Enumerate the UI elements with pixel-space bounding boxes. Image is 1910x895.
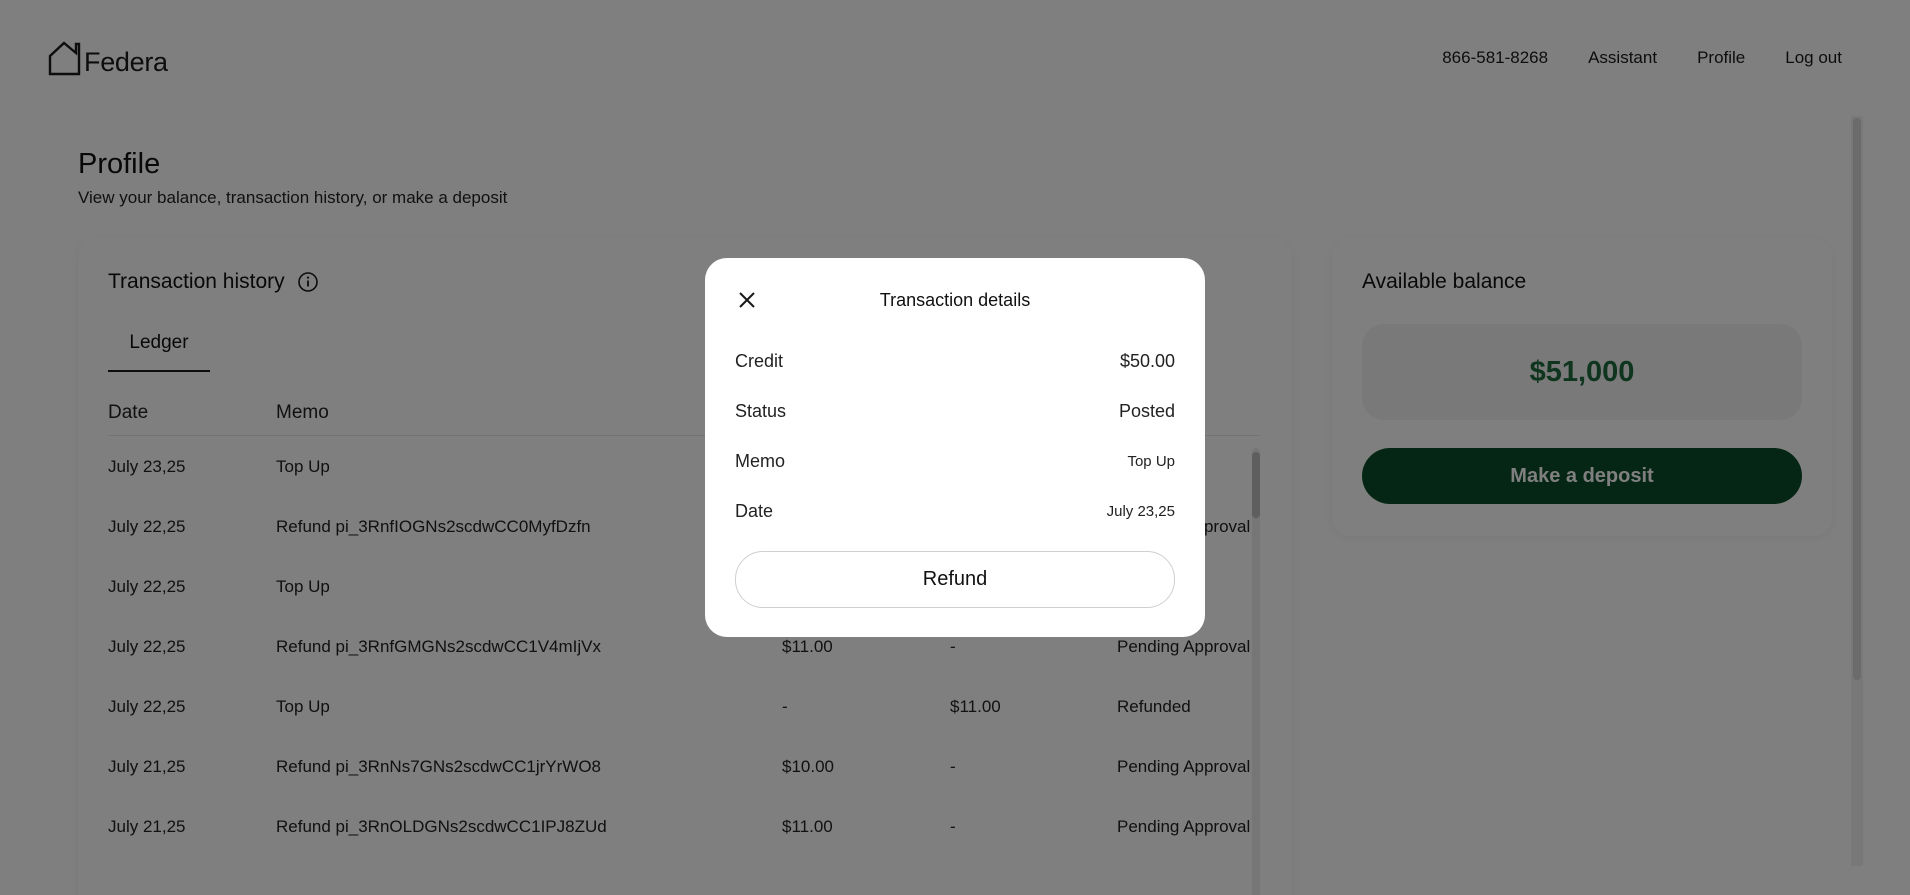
- detail-label: Credit: [735, 351, 784, 371]
- detail-value: July 23,25: [1106, 503, 1175, 520]
- detail-row-credit: Credit $50.00: [735, 351, 1175, 375]
- detail-row-status: Status Posted: [735, 401, 1175, 425]
- refund-button[interactable]: Refund: [735, 551, 1175, 608]
- modal-title: Transaction details: [879, 290, 1031, 310]
- detail-value: $50.00: [1119, 351, 1175, 371]
- detail-label: Status: [735, 401, 787, 421]
- detail-value: Posted: [1118, 401, 1175, 421]
- detail-row-date: Date July 23,25: [735, 501, 1175, 525]
- transaction-details-modal: Transaction details Credit $50.00 Status…: [705, 258, 1205, 637]
- detail-label: Memo: [735, 451, 786, 471]
- detail-label: Date: [735, 501, 774, 521]
- detail-row-memo: Memo Top Up: [735, 451, 1175, 475]
- detail-value: Top Up: [1127, 453, 1175, 470]
